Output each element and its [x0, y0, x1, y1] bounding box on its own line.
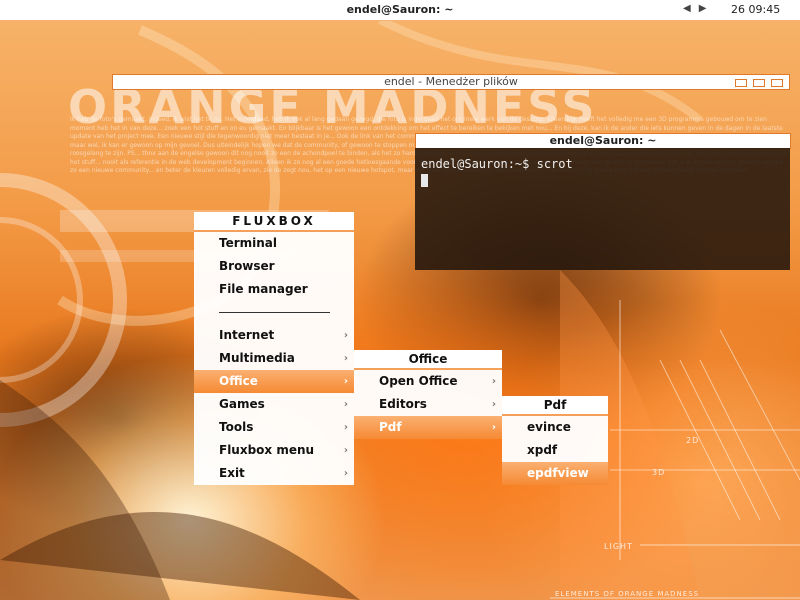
- fluxbox-root-menu: FLUXBOX Terminal Browser File manager In…: [194, 212, 354, 485]
- menu-item-tools[interactable]: Tools ›: [194, 416, 354, 439]
- terminal-cursor: [421, 174, 428, 187]
- file-manager-title: endel - Menedżer plików: [384, 75, 518, 88]
- submenu-title: Pdf: [502, 396, 608, 416]
- submenu-arrow-icon: ›: [491, 399, 496, 410]
- submenu-arrow-icon: ›: [343, 445, 348, 456]
- submenu-title: Office: [354, 350, 502, 370]
- menu-item-label: Office: [219, 374, 258, 388]
- submenu-arrow-icon: ›: [491, 422, 496, 433]
- menu-item-label: xpdf: [527, 443, 558, 457]
- menu-item-label: Tools: [219, 420, 254, 434]
- file-manager-titlebar[interactable]: endel - Menedżer plików: [112, 74, 790, 90]
- menu-item-internet[interactable]: Internet ›: [194, 324, 354, 347]
- next-workspace-icon[interactable]: ▶: [699, 3, 715, 14]
- menu-item-file-manager[interactable]: File manager: [194, 278, 354, 301]
- menu-item-label: Multimedia: [219, 351, 295, 365]
- menu-item-fluxbox-menu[interactable]: Fluxbox menu ›: [194, 439, 354, 462]
- menu-item-xpdf[interactable]: xpdf: [502, 439, 608, 462]
- menu-item-label: Open Office: [379, 374, 458, 388]
- wallpaper-label-3d: 3D: [652, 468, 666, 477]
- maximize-icon[interactable]: [753, 79, 765, 87]
- menu-item-label: epdfview: [527, 466, 589, 480]
- close-icon[interactable]: [771, 79, 783, 87]
- menu-item-editors[interactable]: Editors ›: [354, 393, 502, 416]
- menu-item-terminal[interactable]: Terminal: [194, 232, 354, 255]
- active-window-title[interactable]: endel@Sauron: ~: [0, 3, 800, 16]
- menu-item-evince[interactable]: evince: [502, 416, 608, 439]
- wallpaper-caption: ELEMENTS OF ORANGE MADNESS: [555, 590, 700, 598]
- prev-workspace-icon[interactable]: ◀: [683, 3, 699, 14]
- workspace-switcher: ◀▶: [683, 3, 714, 14]
- menu-item-label: Pdf: [379, 420, 402, 434]
- submenu-arrow-icon: ›: [343, 376, 348, 387]
- minimize-icon[interactable]: [735, 79, 747, 87]
- submenu-arrow-icon: ›: [343, 353, 348, 364]
- menu-item-epdfview[interactable]: epdfview: [502, 462, 608, 485]
- terminal-titlebar[interactable]: endel@Sauron: ~: [415, 133, 791, 149]
- menu-item-pdf[interactable]: Pdf ›: [354, 416, 502, 439]
- office-submenu: Office Open Office › Editors › Pdf ›: [354, 350, 502, 439]
- submenu-arrow-icon: ›: [343, 468, 348, 479]
- clock: 26 09:45: [731, 3, 781, 16]
- menu-item-multimedia[interactable]: Multimedia ›: [194, 347, 354, 370]
- menu-item-browser[interactable]: Browser: [194, 255, 354, 278]
- wallpaper-label-light: LIGHT: [604, 542, 633, 551]
- terminal-window[interactable]: endel@Sauron:~$ scrot: [415, 148, 790, 270]
- menu-item-label: evince: [527, 420, 571, 434]
- submenu-arrow-icon: ›: [343, 399, 348, 410]
- menu-item-label: Browser: [219, 259, 275, 273]
- menu-item-label: Exit: [219, 466, 245, 480]
- submenu-arrow-icon: ›: [343, 422, 348, 433]
- submenu-arrow-icon: ›: [343, 330, 348, 341]
- menu-item-open-office[interactable]: Open Office ›: [354, 370, 502, 393]
- menu-item-label: Games: [219, 397, 265, 411]
- menu-item-label: Internet: [219, 328, 275, 342]
- menu-separator: [194, 301, 354, 324]
- menu-item-games[interactable]: Games ›: [194, 393, 354, 416]
- menu-item-label: Editors: [379, 397, 427, 411]
- top-panel: endel@Sauron: ~ ◀▶ 26 09:45: [0, 0, 800, 21]
- menu-item-office[interactable]: Office ›: [194, 370, 354, 393]
- terminal-title: endel@Sauron: ~: [549, 134, 657, 147]
- menu-item-label: Fluxbox menu: [219, 443, 315, 457]
- menu-item-label: File manager: [219, 282, 308, 296]
- wallpaper-label-2d: 2D: [686, 436, 700, 445]
- pdf-submenu: Pdf evince xpdf epdfview: [502, 396, 608, 485]
- menu-item-label: Terminal: [219, 236, 278, 250]
- submenu-arrow-icon: ›: [491, 376, 496, 387]
- menu-item-exit[interactable]: Exit ›: [194, 462, 354, 485]
- terminal-prompt: endel@Sauron:~$ scrot: [421, 157, 573, 171]
- menu-title: FLUXBOX: [194, 212, 354, 232]
